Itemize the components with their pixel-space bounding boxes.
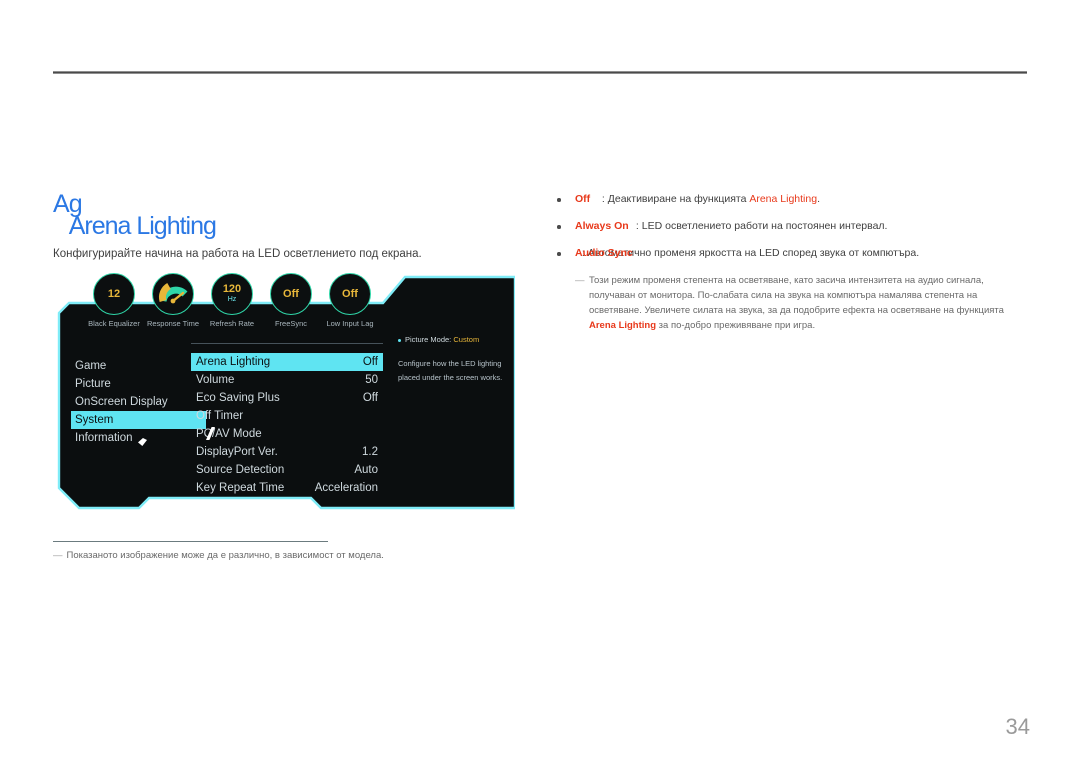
list-item: Always On : LED осветлението работи на п… bbox=[553, 219, 1033, 234]
left-column: A Arena Lighting g Конфигурирайте начина н… bbox=[53, 190, 523, 262]
osd-description-pane: Picture Mode: Custom Configure how the L… bbox=[398, 335, 516, 385]
osd-option-off-timer[interactable]: Off Timer bbox=[191, 407, 383, 425]
osd-picture-mode-value: Custom bbox=[453, 335, 480, 344]
osd-option-arena-lighting-label: Arena Lighting bbox=[196, 356, 271, 368]
osd-picture-mode-label: Picture Mode: bbox=[405, 335, 452, 344]
black-equalizer-dial: 12 bbox=[93, 273, 135, 315]
note-highlight: Arena Lighting bbox=[589, 320, 657, 331]
low-input-lag-value: Off bbox=[342, 287, 358, 300]
osd-category-information[interactable]: Information bbox=[71, 429, 206, 447]
osd-option-volume[interactable]: Volume 50 bbox=[191, 371, 383, 389]
osd-option-source-detection-value: Auto bbox=[354, 464, 378, 476]
audio-sync-note: ― Този режим променя степента на осветява… bbox=[575, 273, 1025, 333]
osd-picture-mode-status: Picture Mode: Custom bbox=[398, 335, 516, 344]
osd-option-key-repeat-time-value: Acceleration bbox=[314, 482, 378, 494]
refresh-rate-label: Refresh Rate bbox=[209, 319, 255, 328]
osd-option-volume-label: Volume bbox=[196, 374, 235, 386]
gauge-glyph bbox=[158, 282, 188, 304]
osd-option-divider bbox=[191, 343, 383, 344]
osd-option-displayport-ver[interactable]: DisplayPort Ver. 1.2 bbox=[191, 443, 383, 461]
osd-category-menu[interactable]: Game Picture OnScreen Display System Inf… bbox=[71, 357, 206, 447]
option-tag-audio-sync-text: Audio Sync bbox=[575, 247, 633, 259]
black-equalizer-label: Black Equalizer bbox=[88, 319, 140, 328]
osd-bezel: 12 Black Equalizer Response Time 120 Hz … bbox=[53, 265, 515, 520]
page-title: A Arena Lighting g bbox=[53, 190, 523, 240]
bullet-dot-icon bbox=[398, 338, 401, 342]
osd-option-eco-saving-plus-value: Off bbox=[362, 392, 378, 404]
osd-category-picture[interactable]: Picture bbox=[71, 375, 206, 393]
osd-screenshot: 12 Black Equalizer Response Time 120 Hz … bbox=[53, 265, 515, 520]
osd-icon-low-input-lag[interactable]: Off Low Input Lag bbox=[317, 273, 383, 328]
freesync-dial: Off bbox=[270, 273, 312, 315]
osd-option-source-detection-label: Source Detection bbox=[196, 464, 285, 476]
bullet-0-text-before: : Деактивиране на функцията bbox=[601, 193, 750, 205]
osd-option-displayport-ver-label: DisplayPort Ver. bbox=[196, 446, 278, 458]
low-input-lag-label: Low Input Lag bbox=[326, 319, 374, 328]
osd-icon-freesync[interactable]: Off FreeSync bbox=[258, 273, 324, 328]
refresh-rate-value: 120 bbox=[222, 283, 242, 295]
osd-option-key-repeat-time[interactable]: Key Repeat Time Acceleration bbox=[191, 479, 383, 497]
footnote-text: Показаното изображение може да е различн… bbox=[66, 550, 384, 561]
osd-header-icons: 12 Black Equalizer Response Time 120 Hz … bbox=[81, 273, 411, 335]
page-title-overprint-text: Arena Lighting bbox=[68, 212, 217, 240]
note-dash: ― bbox=[575, 275, 585, 286]
freesync-value: Off bbox=[283, 287, 299, 300]
osd-category-system[interactable]: System bbox=[71, 411, 206, 429]
page-number: 34 bbox=[1005, 714, 1030, 739]
osd-option-displayport-ver-value: 1.2 bbox=[362, 446, 378, 458]
osd-option-source-detection[interactable]: Source Detection Auto bbox=[191, 461, 383, 479]
response-time-label: Response Time bbox=[146, 319, 200, 328]
osd-option-eco-saving-plus[interactable]: Eco Saving Plus Off bbox=[191, 389, 383, 407]
osd-description-line1: Configure how the LED lighting bbox=[398, 359, 502, 368]
bullet-1-text-before: : LED осветлението работи на постоянен и… bbox=[635, 220, 888, 232]
list-item: Audio Sync : Автоматично променя яркостт… bbox=[553, 246, 1033, 261]
note-part2: за по-добро преживяване при игра. bbox=[656, 320, 816, 331]
option-tag-always-on-text: Always On bbox=[575, 220, 629, 232]
list-item: Off : Деактивиране на функцията Arena Li… bbox=[553, 192, 1033, 207]
note-part1: Този режим променя степента на осветяван… bbox=[589, 275, 1004, 316]
osd-option-pc-av-mode[interactable]: PC/AV Mode bbox=[191, 425, 383, 443]
footnote-rule bbox=[53, 541, 328, 542]
osd-category-onscreen-display[interactable]: OnScreen Display bbox=[71, 393, 206, 411]
intro-lead: Конфигурирайте начина на работа на LED о… bbox=[53, 248, 422, 260]
osd-option-arena-lighting[interactable]: Arena Lighting Off bbox=[191, 353, 383, 371]
page-title-glyph-a: A bbox=[53, 190, 70, 218]
bullet-0-highlight: Arena Lighting bbox=[749, 193, 818, 205]
osd-option-off-timer-label: Off Timer bbox=[196, 410, 244, 422]
bullet-0-text-after: . bbox=[817, 193, 820, 205]
osd-category-game[interactable]: Game bbox=[71, 357, 206, 375]
osd-description-line2: placed under the screen works. bbox=[398, 373, 503, 382]
footnote-dash: ― bbox=[53, 550, 63, 561]
black-equalizer-value: 12 bbox=[107, 287, 121, 300]
osd-option-arena-lighting-value: Off bbox=[362, 356, 378, 368]
osd-option-list[interactable]: Arena Lighting Off Volume 50 Eco Saving … bbox=[191, 343, 383, 497]
freesync-label: FreeSync bbox=[274, 319, 308, 328]
osd-icon-refresh-rate[interactable]: 120 Hz Refresh Rate bbox=[199, 273, 265, 328]
response-time-gauge-icon bbox=[152, 273, 194, 315]
osd-option-key-repeat-time-label: Key Repeat Time bbox=[196, 482, 285, 494]
osd-icon-response-time[interactable]: Response Time bbox=[140, 273, 206, 328]
image-footnote: ― Показаното изображение може да е различ… bbox=[53, 549, 473, 563]
refresh-rate-unit: Hz bbox=[227, 296, 237, 303]
low-input-lag-dial: Off bbox=[329, 273, 371, 315]
option-tag-off-text: Off bbox=[575, 193, 591, 205]
osd-content: 12 Black Equalizer Response Time 120 Hz … bbox=[53, 265, 515, 520]
header-rule bbox=[53, 71, 1027, 74]
osd-option-volume-value: 50 bbox=[365, 374, 378, 386]
refresh-rate-dial: 120 Hz bbox=[211, 273, 253, 315]
osd-option-pc-av-mode-label: PC/AV Mode bbox=[196, 428, 262, 440]
osd-option-eco-saving-plus-label: Eco Saving Plus bbox=[196, 392, 280, 404]
right-column: Off : Деактивиране на функцията Arena Li… bbox=[553, 192, 1033, 333]
page-root: { "page": { "number": "34", "title_text"… bbox=[0, 0, 1080, 763]
osd-icon-black-equalizer[interactable]: 12 Black Equalizer bbox=[81, 273, 147, 328]
